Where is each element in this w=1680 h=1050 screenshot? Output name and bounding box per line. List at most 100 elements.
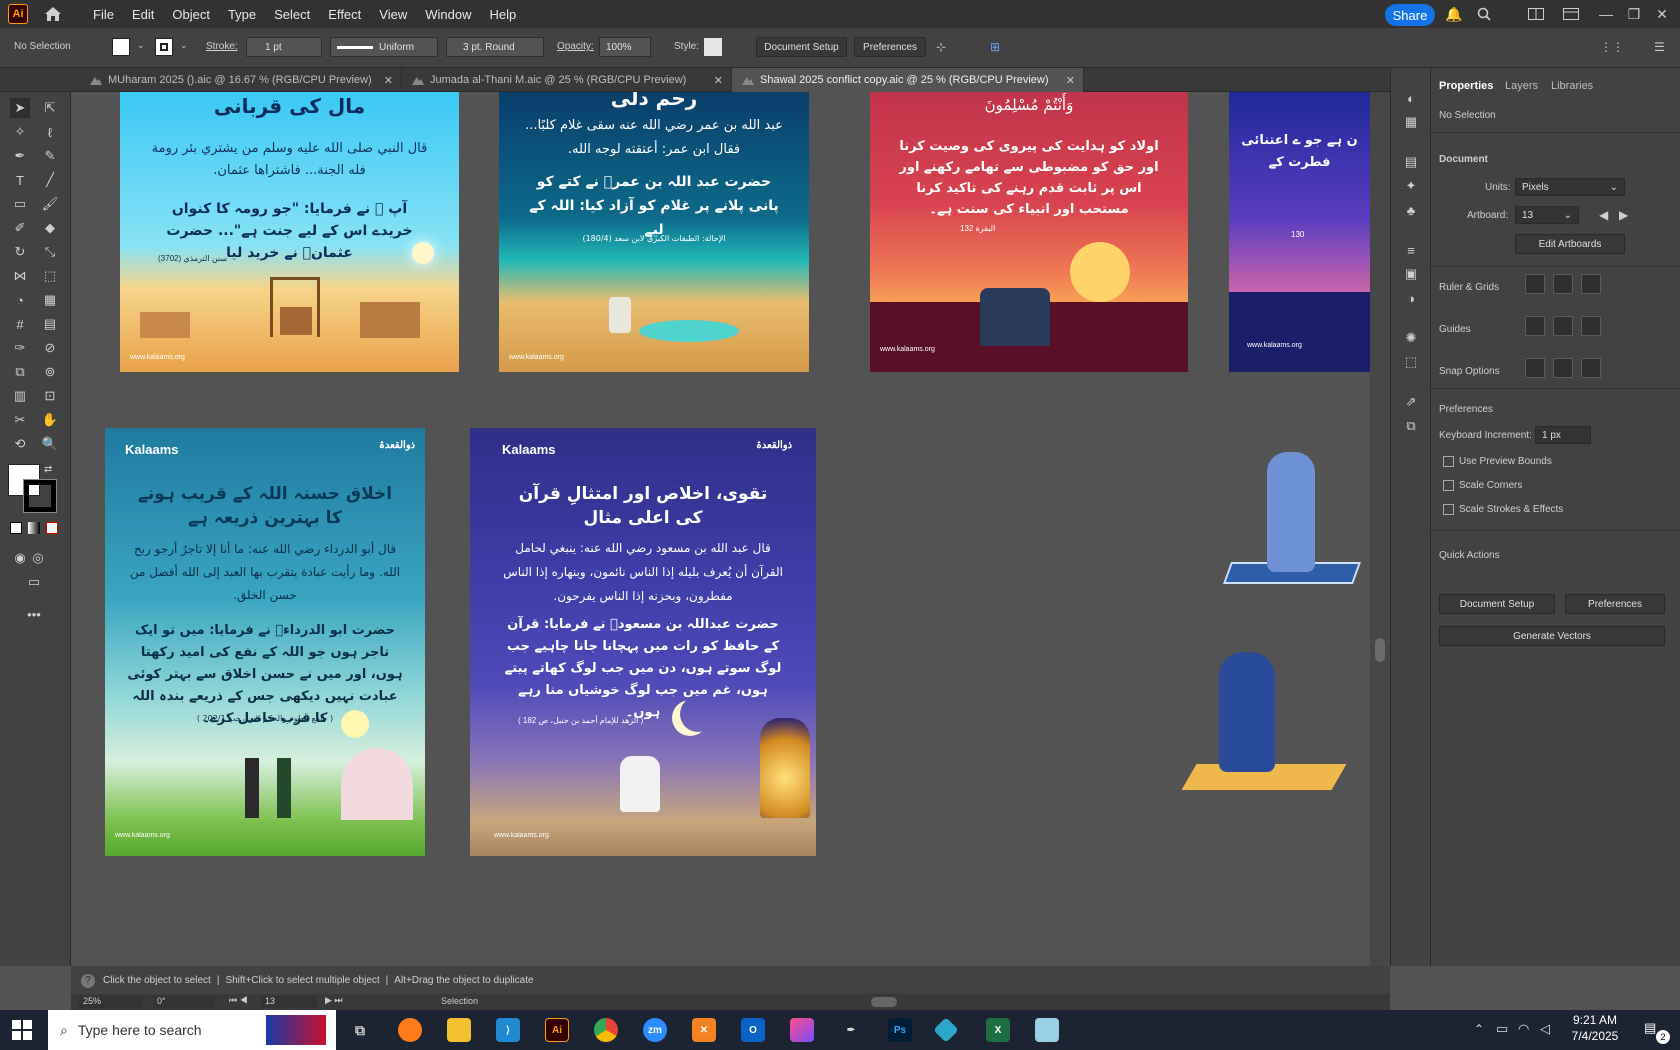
help-icon[interactable]: ? [81, 974, 95, 988]
color-icon[interactable]: ◐ [1401, 88, 1421, 108]
taskbar-search-box[interactable]: ⌕ Type here to search [48, 1010, 336, 1050]
transparency-icon[interactable]: ◑ [1401, 288, 1421, 308]
shape-builder-tool-icon[interactable]: ◔ [10, 290, 30, 310]
arrange-documents-icon[interactable] [1528, 6, 1544, 22]
pen-app-icon[interactable]: ✒ [839, 1018, 863, 1042]
blend-tool-icon[interactable]: ⧉ [10, 362, 30, 382]
lock-guides-icon[interactable] [1553, 316, 1573, 336]
none-mode-icon[interactable] [46, 522, 58, 534]
creative-cloud-icon[interactable] [790, 1018, 814, 1042]
menu-effect[interactable]: Effect [319, 7, 370, 22]
brush-definition[interactable]: 3 pt. Round [446, 37, 544, 57]
units-select[interactable]: Pixels ⌄ [1515, 178, 1625, 196]
preferences-button[interactable]: Preferences [854, 37, 926, 57]
variable-width-profile[interactable]: Uniform [330, 37, 438, 57]
vertical-scrollbar[interactable] [1370, 92, 1390, 966]
zoom-tool-icon[interactable]: 🔍 [40, 434, 60, 454]
chevron-down-icon[interactable]: ⌄ [180, 40, 188, 51]
tab-jumada[interactable]: Jumada al-Thani M.aic @ 25 % (RGB/CPU Pr… [402, 68, 732, 92]
home-icon[interactable] [42, 3, 64, 25]
workspace-switcher-icon[interactable] [1563, 6, 1579, 22]
document-setup-button[interactable]: Document Setup [1439, 594, 1555, 614]
type-tool-icon[interactable]: T [10, 170, 30, 190]
chevron-up-icon[interactable]: ⌃ [1474, 1022, 1484, 1036]
chrome-icon[interactable] [594, 1018, 618, 1042]
snap-to-point-icon[interactable] [1525, 358, 1545, 378]
document-setup-button[interactable]: Document Setup [756, 37, 847, 57]
draw-behind-icon[interactable]: ◎ [28, 548, 48, 568]
horizontal-scroll-thumb[interactable] [871, 997, 897, 1007]
artboard-rahm-dili[interactable]: رحم دلی عبد الله بن عمر رضي الله عنه سقى… [499, 92, 809, 372]
more-tools-icon[interactable]: ••• [24, 604, 44, 624]
snap-to-glyph-icon[interactable] [1581, 358, 1601, 378]
symbol-sprayer-tool-icon[interactable]: ⊚ [40, 362, 60, 382]
menu-window[interactable]: Window [416, 7, 480, 22]
draw-normal-icon[interactable]: ◉ [10, 548, 30, 568]
minimize-icon[interactable]: — [1598, 6, 1614, 22]
stroke-label[interactable]: Stroke: [206, 41, 238, 52]
smart-guides-icon[interactable] [1581, 316, 1601, 336]
keyboard-increment-field[interactable]: 1 px [1535, 426, 1591, 444]
libraries-icon[interactable]: ✦ [1401, 176, 1421, 196]
artboard-mal-ki-qurbani[interactable]: مال کی قربانی قال النبي صلى الله عليه وس… [120, 92, 459, 372]
arrange-icon[interactable]: ⋮⋮ [1600, 40, 1624, 54]
chevron-down-icon[interactable]: ⌄ [137, 40, 145, 51]
close-tab-icon[interactable]: ✕ [384, 74, 393, 87]
excel-icon[interactable]: X [986, 1018, 1010, 1042]
width-tool-icon[interactable]: ⋈ [10, 266, 30, 286]
restore-icon[interactable]: ❐ [1626, 6, 1642, 22]
app-diamond-icon[interactable] [933, 1017, 959, 1043]
stroke-panel-icon[interactable]: ≡ [1401, 240, 1421, 260]
direct-selection-tool-icon[interactable]: ⇱ [40, 98, 60, 118]
snap-to-pixel-icon[interactable] [1553, 358, 1573, 378]
menu-view[interactable]: View [370, 7, 416, 22]
panel-menu-icon[interactable]: ☰ [1654, 40, 1665, 54]
opacity-label[interactable]: Opacity: [557, 41, 594, 52]
curvature-tool-icon[interactable]: ✎ [40, 146, 60, 166]
symbols-icon[interactable]: ♣ [1401, 200, 1421, 220]
scale-corners-checkbox[interactable] [1443, 480, 1454, 491]
transparency-grid-icon[interactable] [1581, 274, 1601, 294]
zoom-field[interactable]: 25% [79, 996, 143, 1008]
notifications-icon[interactable]: ▤ [1644, 1020, 1656, 1036]
artboard-taqwa[interactable]: Kalaams ذوالقعدۃ تقوی، اخلاص اور امتثالِ… [470, 428, 816, 856]
align-icon[interactable]: ⊹ [936, 40, 946, 54]
artboard-select[interactable]: 13 ⌄ [1515, 206, 1579, 224]
vertical-scroll-thumb[interactable] [1375, 638, 1385, 662]
artboard-akhlaq-hasana[interactable]: Kalaams ذوالقعدۃ اخلاق حسنہ اللہ کے قریب… [105, 428, 425, 856]
menu-select[interactable]: Select [265, 7, 319, 22]
close-tab-icon[interactable]: ✕ [1066, 74, 1075, 87]
rotation-field[interactable]: 0° [153, 996, 215, 1008]
eyedropper-tool-icon[interactable]: ✑ [10, 338, 30, 358]
volume-icon[interactable]: ◁ [1540, 1021, 1550, 1037]
paintbrush-tool-icon[interactable]: 🖌 [40, 194, 60, 214]
gradient-mode-icon[interactable] [28, 522, 40, 534]
free-transform-tool-icon[interactable]: ⬚ [40, 266, 60, 286]
network-icon[interactable]: ▭ [1496, 1021, 1508, 1037]
rotate-tool-icon[interactable]: ↻ [10, 242, 30, 262]
canvas[interactable]: مال کی قربانی قال النبي صلى الله عليه وس… [71, 92, 1370, 966]
measure-tool-icon[interactable]: ⊘ [40, 338, 60, 358]
illustrator-taskbar-icon[interactable]: Ai [545, 1018, 569, 1042]
eraser-tool-icon[interactable]: ◆ [40, 218, 60, 238]
tab-layers[interactable]: Layers [1505, 80, 1538, 92]
xampp-icon[interactable]: ✕ [692, 1018, 716, 1042]
task-view-icon[interactable]: ⧉ [348, 1018, 372, 1042]
show-guides-icon[interactable] [1525, 316, 1545, 336]
fill-swatch[interactable] [112, 38, 130, 56]
brushes-icon[interactable]: ▤ [1401, 152, 1421, 172]
opacity-field[interactable]: 100% [599, 37, 651, 57]
export-icon[interactable]: ⇗ [1401, 392, 1421, 412]
shaper-tool-icon[interactable]: ✐ [10, 218, 30, 238]
tab-muharam[interactable]: MUharam 2025 ().aic @ 16.67 % (RGB/CPU P… [80, 68, 402, 92]
praying-man-illustration[interactable] [1219, 652, 1275, 772]
scale-strokes-checkbox[interactable] [1443, 504, 1454, 515]
screen-mode-icon[interactable]: ▭ [24, 572, 44, 592]
tab-properties[interactable]: Properties [1439, 80, 1493, 92]
artboard-wasiyat[interactable]: وَأَنْتُمْ مُسْلِمُونَ اولاد کو ہدایت کی… [870, 92, 1188, 372]
mesh-tool-icon[interactable]: # [10, 314, 30, 334]
pen-tool-icon[interactable]: ✒ [10, 146, 30, 166]
wifi-icon[interactable]: ◠ [1518, 1021, 1529, 1037]
close-window-icon[interactable]: ✕ [1654, 6, 1670, 22]
tab-libraries[interactable]: Libraries [1551, 80, 1593, 92]
